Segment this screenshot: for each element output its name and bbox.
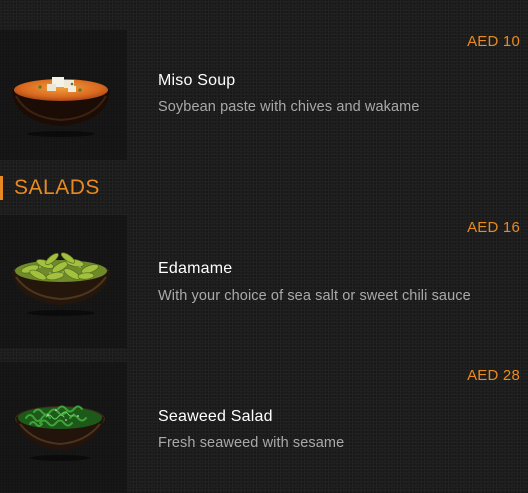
price: AED 16 [467,219,520,236]
menu-item-edamame[interactable]: AED 16 Edamame With your choice of sea s… [0,213,528,350]
item-name: Miso Soup [158,72,236,89]
menu-item-miso-soup[interactable]: AED 10 Miso Soup Soybean paste with chiv… [0,0,528,160]
seaweed-salad-image [0,362,127,493]
price: AED 28 [467,367,520,384]
miso-soup-image [0,30,127,160]
menu-item-seaweed-salad[interactable]: AED 28 Seaweed Salad Fresh seaweed with … [0,362,528,493]
price: AED 10 [467,33,520,50]
edamame-image [0,215,127,348]
item-description: Soybean paste with chives and wakame [158,99,420,115]
section-title: SALADS [14,176,100,199]
item-description: Fresh seaweed with sesame [158,435,345,451]
section-heading-salads: SALADS [0,173,100,203]
item-name: Seaweed Salad [158,408,273,425]
item-description: With your choice of sea salt or sweet ch… [158,288,471,304]
section-accent-bar [0,176,3,200]
item-name: Edamame [158,260,233,277]
